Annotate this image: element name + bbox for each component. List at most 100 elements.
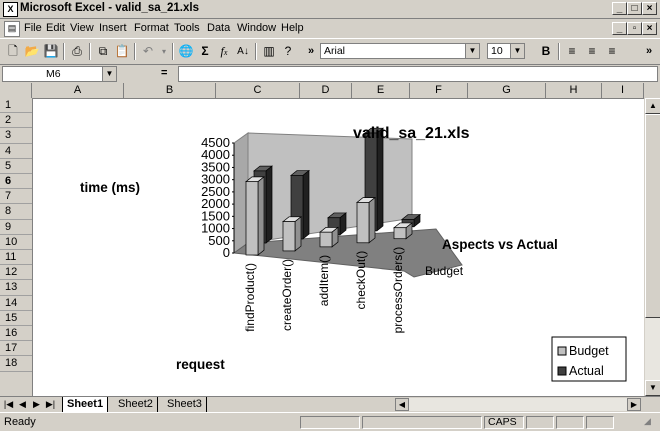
menu-edit[interactable]: Edit <box>46 22 65 34</box>
row-header[interactable]: 10 <box>0 235 32 250</box>
close-button[interactable]: × <box>642 2 657 15</box>
row-header[interactable]: 6 <box>0 174 32 190</box>
bar-chart[interactable]: 050010001500200025003000350040004500 fin… <box>180 120 640 392</box>
row-header[interactable]: 14 <box>0 296 32 311</box>
toolbar-overflow-icon[interactable]: » <box>302 43 320 60</box>
category-label: processOrders() <box>391 247 405 334</box>
sort-ascending-icon[interactable]: A↓ <box>234 43 252 60</box>
doc-close-button[interactable]: × <box>642 22 657 35</box>
chart-wizard-icon[interactable]: ▥ <box>260 43 278 60</box>
last-sheet-icon[interactable]: ▶| <box>44 398 57 411</box>
legend-swatch-actual <box>557 366 567 376</box>
category-label: addItem() <box>317 255 331 306</box>
row-header[interactable]: 12 <box>0 265 32 281</box>
prev-sheet-icon[interactable]: ◀ <box>16 398 29 411</box>
open-icon[interactable]: 📂 <box>23 43 41 60</box>
scroll-thumb[interactable] <box>645 114 660 318</box>
bar-budget <box>319 231 333 248</box>
row-header[interactable]: 2 <box>0 113 32 129</box>
align-center-icon[interactable]: ≡ <box>583 43 601 60</box>
formula-equals[interactable]: = <box>161 67 167 79</box>
font-size-select[interactable]: 10 ▼ <box>487 43 525 59</box>
row-header[interactable]: 9 <box>0 220 32 235</box>
scroll-left-button[interactable]: ◀ <box>395 398 409 411</box>
menu-insert[interactable]: Insert <box>99 22 127 34</box>
maximize-button[interactable]: □ <box>627 2 642 15</box>
help-icon[interactable]: ? <box>279 43 297 60</box>
vertical-scrollbar[interactable]: ▲ ▼ <box>644 98 660 396</box>
select-all-corner[interactable] <box>0 83 32 98</box>
row-header[interactable]: 1 <box>0 98 32 114</box>
row-header[interactable]: 16 <box>0 326 32 342</box>
category-label: createOrder() <box>280 259 294 331</box>
status-panel <box>300 416 360 429</box>
column-header[interactable]: D <box>300 83 352 98</box>
chevron-down-icon[interactable]: ▼ <box>510 44 524 58</box>
cell-time-label[interactable]: time (ms) <box>80 180 140 195</box>
name-box[interactable]: M6 ▼ <box>2 66 117 82</box>
formula-input[interactable] <box>178 66 658 82</box>
scroll-right-button[interactable]: ▶ <box>627 398 641 411</box>
menu-bar: ▤ File Edit View Insert Format Tools Dat… <box>0 19 660 39</box>
category-label: findProduct() <box>243 263 257 332</box>
row-header[interactable]: 5 <box>0 159 32 174</box>
autosum-icon[interactable]: Σ <box>196 43 214 60</box>
first-sheet-icon[interactable]: |◀ <box>2 398 15 411</box>
menu-format[interactable]: Format <box>134 22 169 34</box>
new-icon[interactable]: 🗋 <box>4 43 22 60</box>
undo-dropdown-icon[interactable]: ▾ <box>155 43 173 60</box>
row-header[interactable]: 11 <box>0 250 32 266</box>
column-header[interactable]: A <box>32 83 124 98</box>
menu-file[interactable]: File <box>24 22 42 34</box>
column-header[interactable]: C <box>216 83 300 98</box>
column-header[interactable]: B <box>124 83 216 98</box>
print-icon[interactable]: ⎙ <box>68 43 86 60</box>
copy-icon[interactable]: ⧉ <box>94 43 112 60</box>
row-header[interactable]: 4 <box>0 144 32 159</box>
font-name-value: Arial <box>324 45 346 57</box>
column-header[interactable]: I <box>602 83 644 98</box>
toolbar-overflow-icon[interactable]: » <box>640 43 658 60</box>
toolbar-separator <box>63 43 65 60</box>
row-header[interactable]: 8 <box>0 204 32 220</box>
scroll-up-button[interactable]: ▲ <box>645 98 660 114</box>
next-sheet-icon[interactable]: ▶ <box>30 398 43 411</box>
column-header[interactable]: H <box>546 83 602 98</box>
column-header[interactable]: G <box>468 83 546 98</box>
menu-data[interactable]: Data <box>207 22 230 34</box>
hyperlink-icon[interactable]: 🌐 <box>177 43 195 60</box>
document-icon[interactable]: ▤ <box>4 21 20 37</box>
font-name-select[interactable]: Arial ▼ <box>320 43 480 59</box>
horizontal-scrollbar[interactable] <box>409 398 627 411</box>
row-header[interactable]: 17 <box>0 341 32 357</box>
doc-restore-button[interactable]: ▫ <box>627 22 642 35</box>
row-header[interactable]: 15 <box>0 311 32 326</box>
resize-grip-icon[interactable]: ◢ <box>644 416 651 427</box>
menu-tools[interactable]: Tools <box>174 22 200 34</box>
column-header[interactable]: F <box>410 83 468 98</box>
chart-legend[interactable]: Budget Actual <box>551 336 627 382</box>
row-header[interactable]: 13 <box>0 280 32 296</box>
sheet-tab-sheet1[interactable]: Sheet1 <box>62 397 109 413</box>
row-header[interactable]: 18 <box>0 356 32 372</box>
menu-view[interactable]: View <box>70 22 94 34</box>
scroll-down-button[interactable]: ▼ <box>645 380 660 396</box>
bold-button[interactable]: B <box>537 43 555 60</box>
function-icon[interactable]: fx <box>215 43 233 60</box>
column-header[interactable]: E <box>352 83 410 98</box>
doc-minimize-button[interactable]: _ <box>612 22 627 35</box>
chevron-down-icon[interactable]: ▼ <box>102 67 116 81</box>
sheet-tab-sheet2[interactable]: Sheet2 <box>114 397 158 412</box>
toolbar-separator <box>89 43 91 60</box>
row-header[interactable]: 3 <box>0 128 32 144</box>
chevron-down-icon[interactable]: ▼ <box>465 44 479 58</box>
menu-window[interactable]: Window <box>237 22 276 34</box>
align-right-icon[interactable]: ≡ <box>603 43 621 60</box>
minimize-button[interactable]: _ <box>612 2 627 15</box>
row-header[interactable]: 7 <box>0 189 32 205</box>
paste-icon[interactable]: 📋 <box>113 43 131 60</box>
save-icon[interactable]: 💾 <box>42 43 60 60</box>
sheet-tab-sheet3[interactable]: Sheet3 <box>163 397 207 412</box>
menu-help[interactable]: Help <box>281 22 304 34</box>
align-left-icon[interactable]: ≡ <box>563 43 581 60</box>
